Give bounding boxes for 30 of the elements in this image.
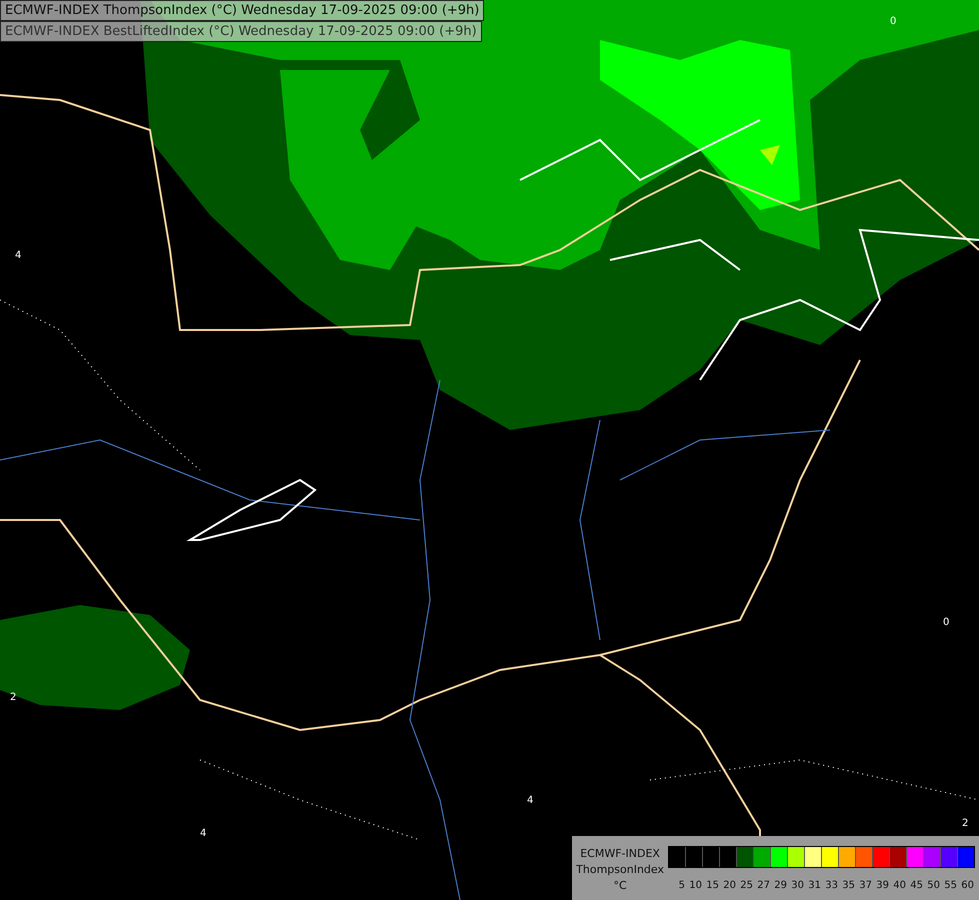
scale-label: 33 — [824, 880, 838, 891]
contour-label: 4 — [527, 795, 534, 807]
contour-label: 4 — [15, 250, 22, 262]
legend-title: ThompsonIndex — [576, 862, 664, 878]
scale-label: 35 — [841, 880, 855, 891]
scale-label: 37 — [858, 880, 872, 891]
scale-label: 50 — [926, 880, 940, 891]
scale-label: 40 — [892, 880, 906, 891]
contour-label: 0 — [890, 16, 896, 28]
scale-label: 30 — [790, 880, 804, 891]
scale-label: 10 — [688, 880, 702, 891]
scale-label: 60 — [960, 880, 974, 891]
scale-label: 20 — [722, 880, 736, 891]
contour-label: 2 — [10, 692, 16, 704]
map-title: ECMWF-INDEX ThompsonIndex (°C) Wednesday 17-09-2025 09:00 (+9h) — [0, 0, 484, 21]
legend-title: ECMWF-INDEX — [580, 846, 660, 862]
contour-label: 4 — [200, 828, 206, 840]
contour-label: 2 — [962, 818, 968, 830]
scale-label: 39 — [875, 880, 889, 891]
contour-label: 0 — [943, 617, 950, 629]
scale-label: 15 — [705, 880, 719, 891]
scale-label: 55 — [943, 880, 957, 891]
scale-label: 25 — [739, 880, 753, 891]
scale-label: 31 — [807, 880, 821, 891]
scale-label: 5 — [678, 880, 685, 891]
map-title: ECMWF-INDEX BestLiftedIndex (°C) Wednesday 17-09-2025 09:00 (+9h) — [0, 21, 482, 42]
scale-label: 29 — [773, 880, 787, 891]
scale-label: 27 — [756, 880, 770, 891]
scale-label: 45 — [909, 880, 923, 891]
legend-title: °C — [613, 878, 627, 894]
